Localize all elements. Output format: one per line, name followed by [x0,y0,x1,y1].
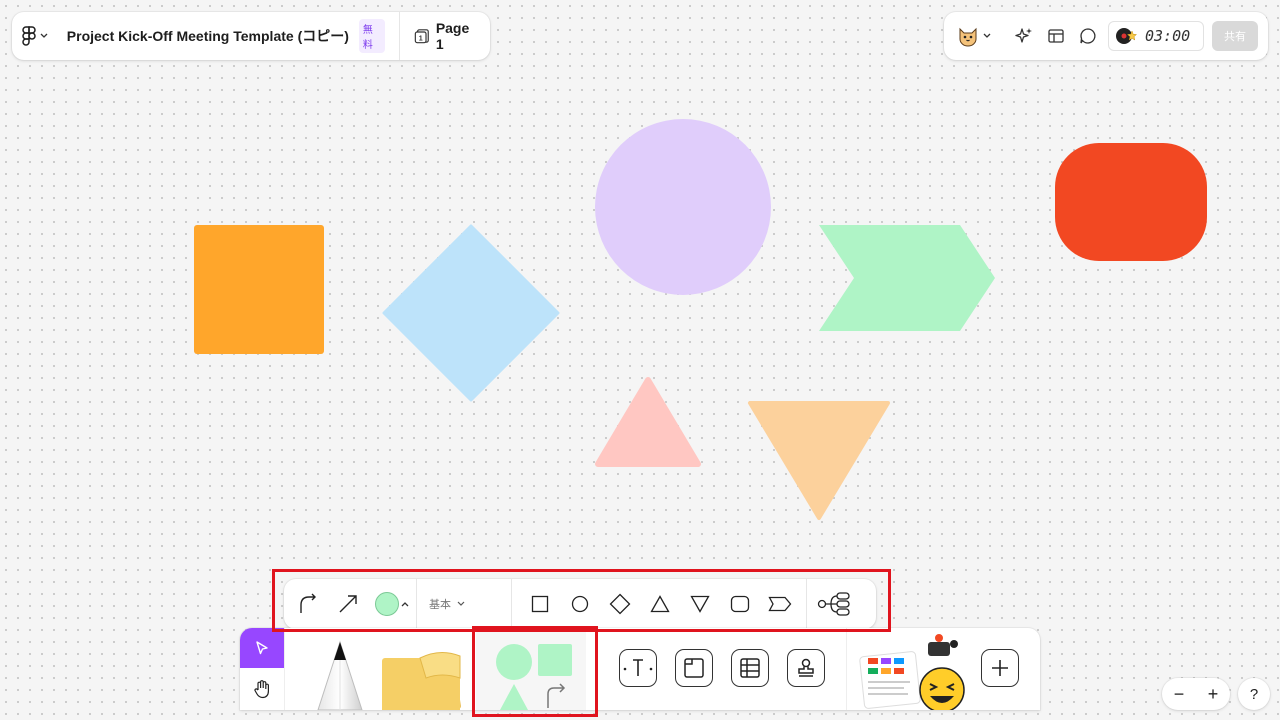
divider [846,628,847,710]
shapes-tool-button[interactable] [476,628,586,710]
shape-set-label: 基本 [429,599,451,611]
square-icon [531,595,549,613]
elbow-connector-button[interactable] [288,584,328,624]
diamond-tool-button[interactable] [600,584,640,624]
document-title[interactable]: Project Kick-Off Meeting Template (コピー) [67,26,349,46]
marker-tool-button[interactable] [302,636,378,710]
timer-button[interactable]: 03:00 [1108,21,1204,51]
add-icon-frame [981,649,1019,687]
inverted-triangle-icon [690,595,710,613]
shape-set-select[interactable]: 基本 [417,596,511,612]
ai-actions-button[interactable] [1008,20,1040,52]
diamond-icon [609,593,631,615]
square-tool-button[interactable] [520,584,560,624]
zoom-in-button[interactable]: + [1208,684,1219,705]
rounded-rectangle-shape[interactable] [1055,143,1207,261]
comment-icon [1080,28,1096,44]
circle-icon [571,595,589,613]
square-shape[interactable] [194,225,324,354]
cursor-icon [256,641,268,655]
divider [284,628,285,710]
more-tools-button[interactable] [978,648,1022,688]
figma-logo-icon [22,26,37,46]
triangle-shape[interactable] [594,376,702,468]
section-tool-button[interactable] [672,648,716,688]
arrow-icon [339,595,357,613]
page-selector[interactable]: 1 Page 1 [400,20,490,52]
shape-options-toolbar: 基本 [284,579,876,629]
circle-shape[interactable] [595,119,771,295]
fill-color-swatch [375,592,399,616]
mind-map-button[interactable] [807,584,861,624]
elbow-connector-icon [300,593,316,613]
text-icon-frame [619,649,657,687]
section-icon [684,658,704,678]
chevron-shape[interactable] [818,224,996,332]
inverted-triangle-shape[interactable] [747,400,891,522]
move-tool-button[interactable] [240,628,284,668]
sticky-note-tool-button[interactable] [370,638,470,710]
stamp-tool-button[interactable] [784,648,828,688]
shapes-icon [496,644,572,710]
page-label: Page 1 [435,20,470,52]
widgets-button[interactable] [854,634,970,710]
fill-color-picker[interactable] [368,584,416,624]
stamp-icon-frame [787,649,825,687]
zoom-out-button[interactable]: − [1174,684,1185,705]
mind-map-icon [817,592,850,616]
help-button[interactable]: ? [1238,678,1270,710]
triangle-tool-button[interactable] [640,584,680,624]
plan-badge: 無料 [358,19,385,53]
cat-avatar-icon [959,27,977,47]
triangle-icon [650,595,670,613]
table-icon-frame [731,649,769,687]
divider [511,579,512,629]
chevron-shape-icon [768,596,792,612]
circle-tool-button[interactable] [560,584,600,624]
rounded-rectangle-icon [730,595,750,613]
chevron-down-icon [457,601,465,606]
inverted-triangle-tool-button[interactable] [680,584,720,624]
main-menu-button[interactable] [12,12,59,60]
table-icon [740,658,760,678]
rounded-rectangle-tool-button[interactable] [720,584,760,624]
page-number-label: 1 [418,34,422,42]
comment-button[interactable] [1072,20,1104,52]
marker-pen-icon [317,640,363,710]
text-icon [623,659,653,676]
main-toolbar [240,628,1040,710]
top-right-toolbar: 03:00 共有 [944,12,1268,60]
sparkle-icon [1015,28,1032,43]
arrow-button[interactable] [328,584,368,624]
section-icon-frame [675,649,713,687]
zoom-controls: − + [1162,678,1230,710]
layout-icon [1048,29,1064,43]
file-header: Project Kick-Off Meeting Template (コピー) … [12,12,490,60]
share-button[interactable]: 共有 [1212,21,1258,51]
stamp-icon [798,658,814,677]
chevron-down-icon [40,33,48,38]
table-tool-button[interactable] [728,648,772,688]
sticky-note-icon [382,652,461,710]
chevron-tool-button[interactable] [760,584,800,624]
chevron-up-icon [401,602,409,607]
chevron-down-icon [983,33,991,38]
page-icon: 1 [414,29,429,44]
layout-button[interactable] [1040,20,1072,52]
hand-tool-button[interactable] [240,668,284,710]
music-disc-icon [1116,28,1138,44]
widgets-illustration-icon [859,634,965,710]
diamond-shape[interactable] [382,224,560,402]
text-tool-button[interactable] [616,648,660,688]
hand-icon [254,680,269,699]
plus-icon [992,660,1008,676]
avatar-menu[interactable] [950,20,998,52]
timer-display: 03:00 [1145,27,1191,45]
